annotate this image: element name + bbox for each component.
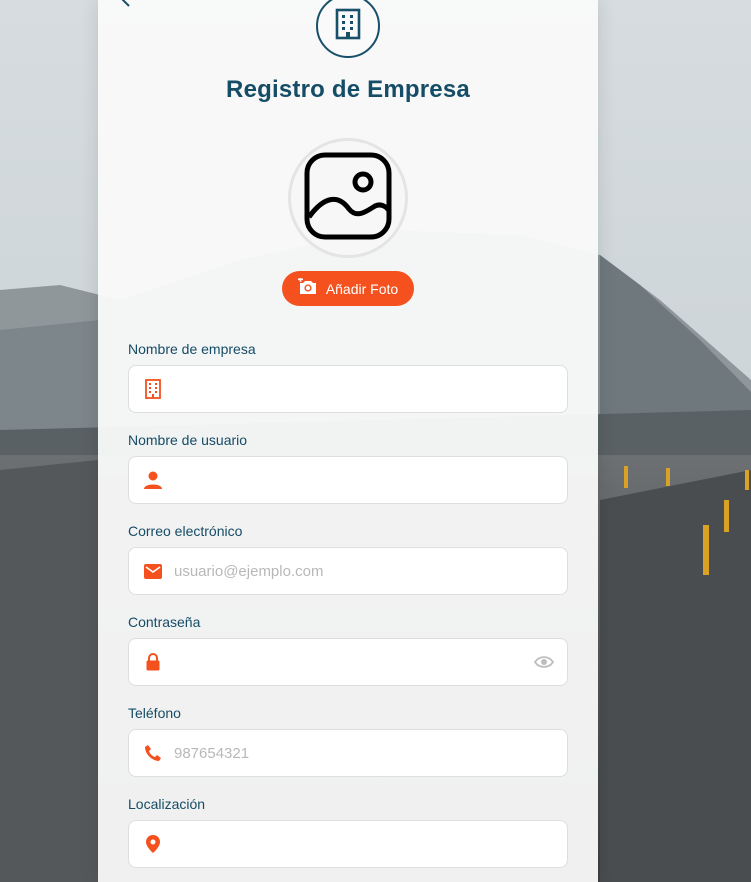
location-label: Localización xyxy=(128,796,206,812)
password-input[interactable] xyxy=(174,639,533,685)
phone-label: Teléfono xyxy=(128,705,181,721)
username-input[interactable] xyxy=(174,457,567,503)
password-field xyxy=(128,638,568,686)
location-field xyxy=(128,820,568,868)
eye-icon[interactable] xyxy=(533,651,555,673)
image-placeholder-icon xyxy=(303,151,393,246)
back-arrow-icon[interactable] xyxy=(118,0,134,8)
username-label: Nombre de usuario xyxy=(128,432,248,448)
company-name-input[interactable] xyxy=(174,366,567,412)
building-icon xyxy=(335,8,361,45)
email-field xyxy=(128,547,568,595)
phone-input[interactable] xyxy=(174,730,567,776)
add-photo-button[interactable]: Añadir Foto xyxy=(282,271,414,306)
company-logo xyxy=(316,0,380,58)
lock-icon xyxy=(142,651,164,673)
email-label: Correo electrónico xyxy=(128,523,243,539)
mail-icon xyxy=(142,560,164,582)
building-icon xyxy=(142,378,164,400)
phone-icon xyxy=(142,742,164,764)
profile-photo[interactable] xyxy=(288,138,408,258)
company-name-field xyxy=(128,365,568,413)
location-pin-icon xyxy=(142,833,164,855)
email-input[interactable] xyxy=(174,548,567,594)
username-field xyxy=(128,456,568,504)
user-icon xyxy=(142,469,164,491)
camera-add-icon xyxy=(297,276,318,299)
registration-card: Registro de Empresa Añadir Foto Nombre d… xyxy=(98,0,598,882)
password-label: Contraseña xyxy=(128,614,201,630)
add-photo-label: Añadir Foto xyxy=(325,280,399,297)
location-input[interactable] xyxy=(174,821,567,867)
page-title: Registro de Empresa xyxy=(226,76,470,103)
phone-field xyxy=(128,729,568,777)
company-name-label: Nombre de empresa xyxy=(128,341,256,357)
